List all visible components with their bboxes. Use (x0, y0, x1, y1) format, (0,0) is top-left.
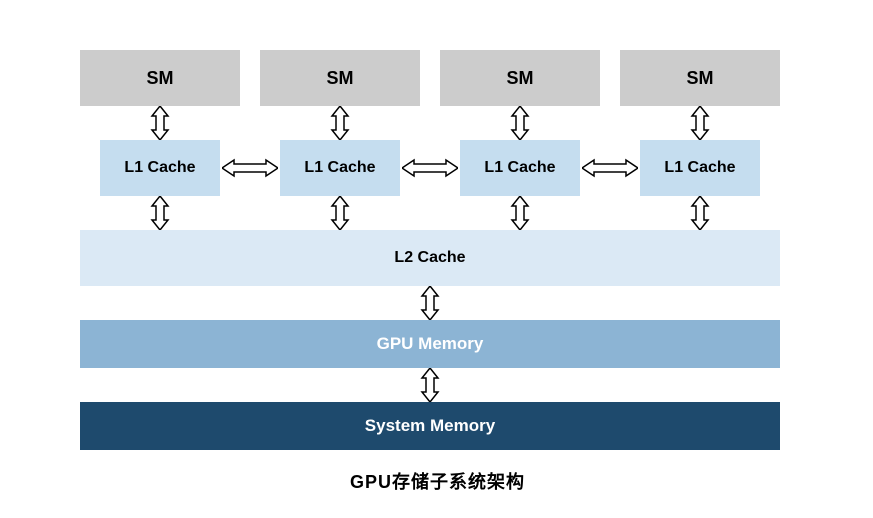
arrow-l1-l2-0 (150, 196, 170, 230)
l1-cache-block-1: L1 Cache (280, 140, 400, 196)
arrow-l1-l1-1 (402, 158, 458, 178)
sm-label: SM (147, 68, 174, 89)
system-memory-block: System Memory (80, 402, 780, 450)
l2-label: L2 Cache (394, 249, 465, 267)
l2-cache-block: L2 Cache (80, 230, 780, 286)
l1-cache-block-3: L1 Cache (640, 140, 760, 196)
arrow-l1-l2-1 (330, 196, 350, 230)
sm-label: SM (687, 68, 714, 89)
arrow-l1-l2-2 (510, 196, 530, 230)
sm-label: SM (327, 68, 354, 89)
gpu-memory-hierarchy-diagram: SM SM SM SM L1 Cache L1 Cache L1 Cache L… (0, 0, 873, 518)
sm-label: SM (507, 68, 534, 89)
system-memory-label: System Memory (365, 416, 495, 436)
arrow-sm-l1-3 (690, 106, 710, 140)
sm-block-2: SM (440, 50, 600, 106)
l1-label: L1 Cache (124, 159, 195, 177)
arrow-l2-gpu (420, 286, 440, 320)
gpu-memory-label: GPU Memory (377, 334, 484, 354)
arrow-sm-l1-1 (330, 106, 350, 140)
l1-cache-block-0: L1 Cache (100, 140, 220, 196)
l1-label: L1 Cache (484, 159, 555, 177)
l1-label: L1 Cache (304, 159, 375, 177)
arrow-l1-l2-3 (690, 196, 710, 230)
sm-block-3: SM (620, 50, 780, 106)
sm-block-1: SM (260, 50, 420, 106)
gpu-memory-block: GPU Memory (80, 320, 780, 368)
arrow-gpu-sys (420, 368, 440, 402)
arrow-sm-l1-2 (510, 106, 530, 140)
l1-cache-block-2: L1 Cache (460, 140, 580, 196)
arrow-sm-l1-0 (150, 106, 170, 140)
arrow-l1-l1-0 (222, 158, 278, 178)
diagram-title: GPU存储子系统架构 (350, 468, 525, 494)
sm-block-0: SM (80, 50, 240, 106)
arrow-l1-l1-2 (582, 158, 638, 178)
l1-label: L1 Cache (664, 159, 735, 177)
